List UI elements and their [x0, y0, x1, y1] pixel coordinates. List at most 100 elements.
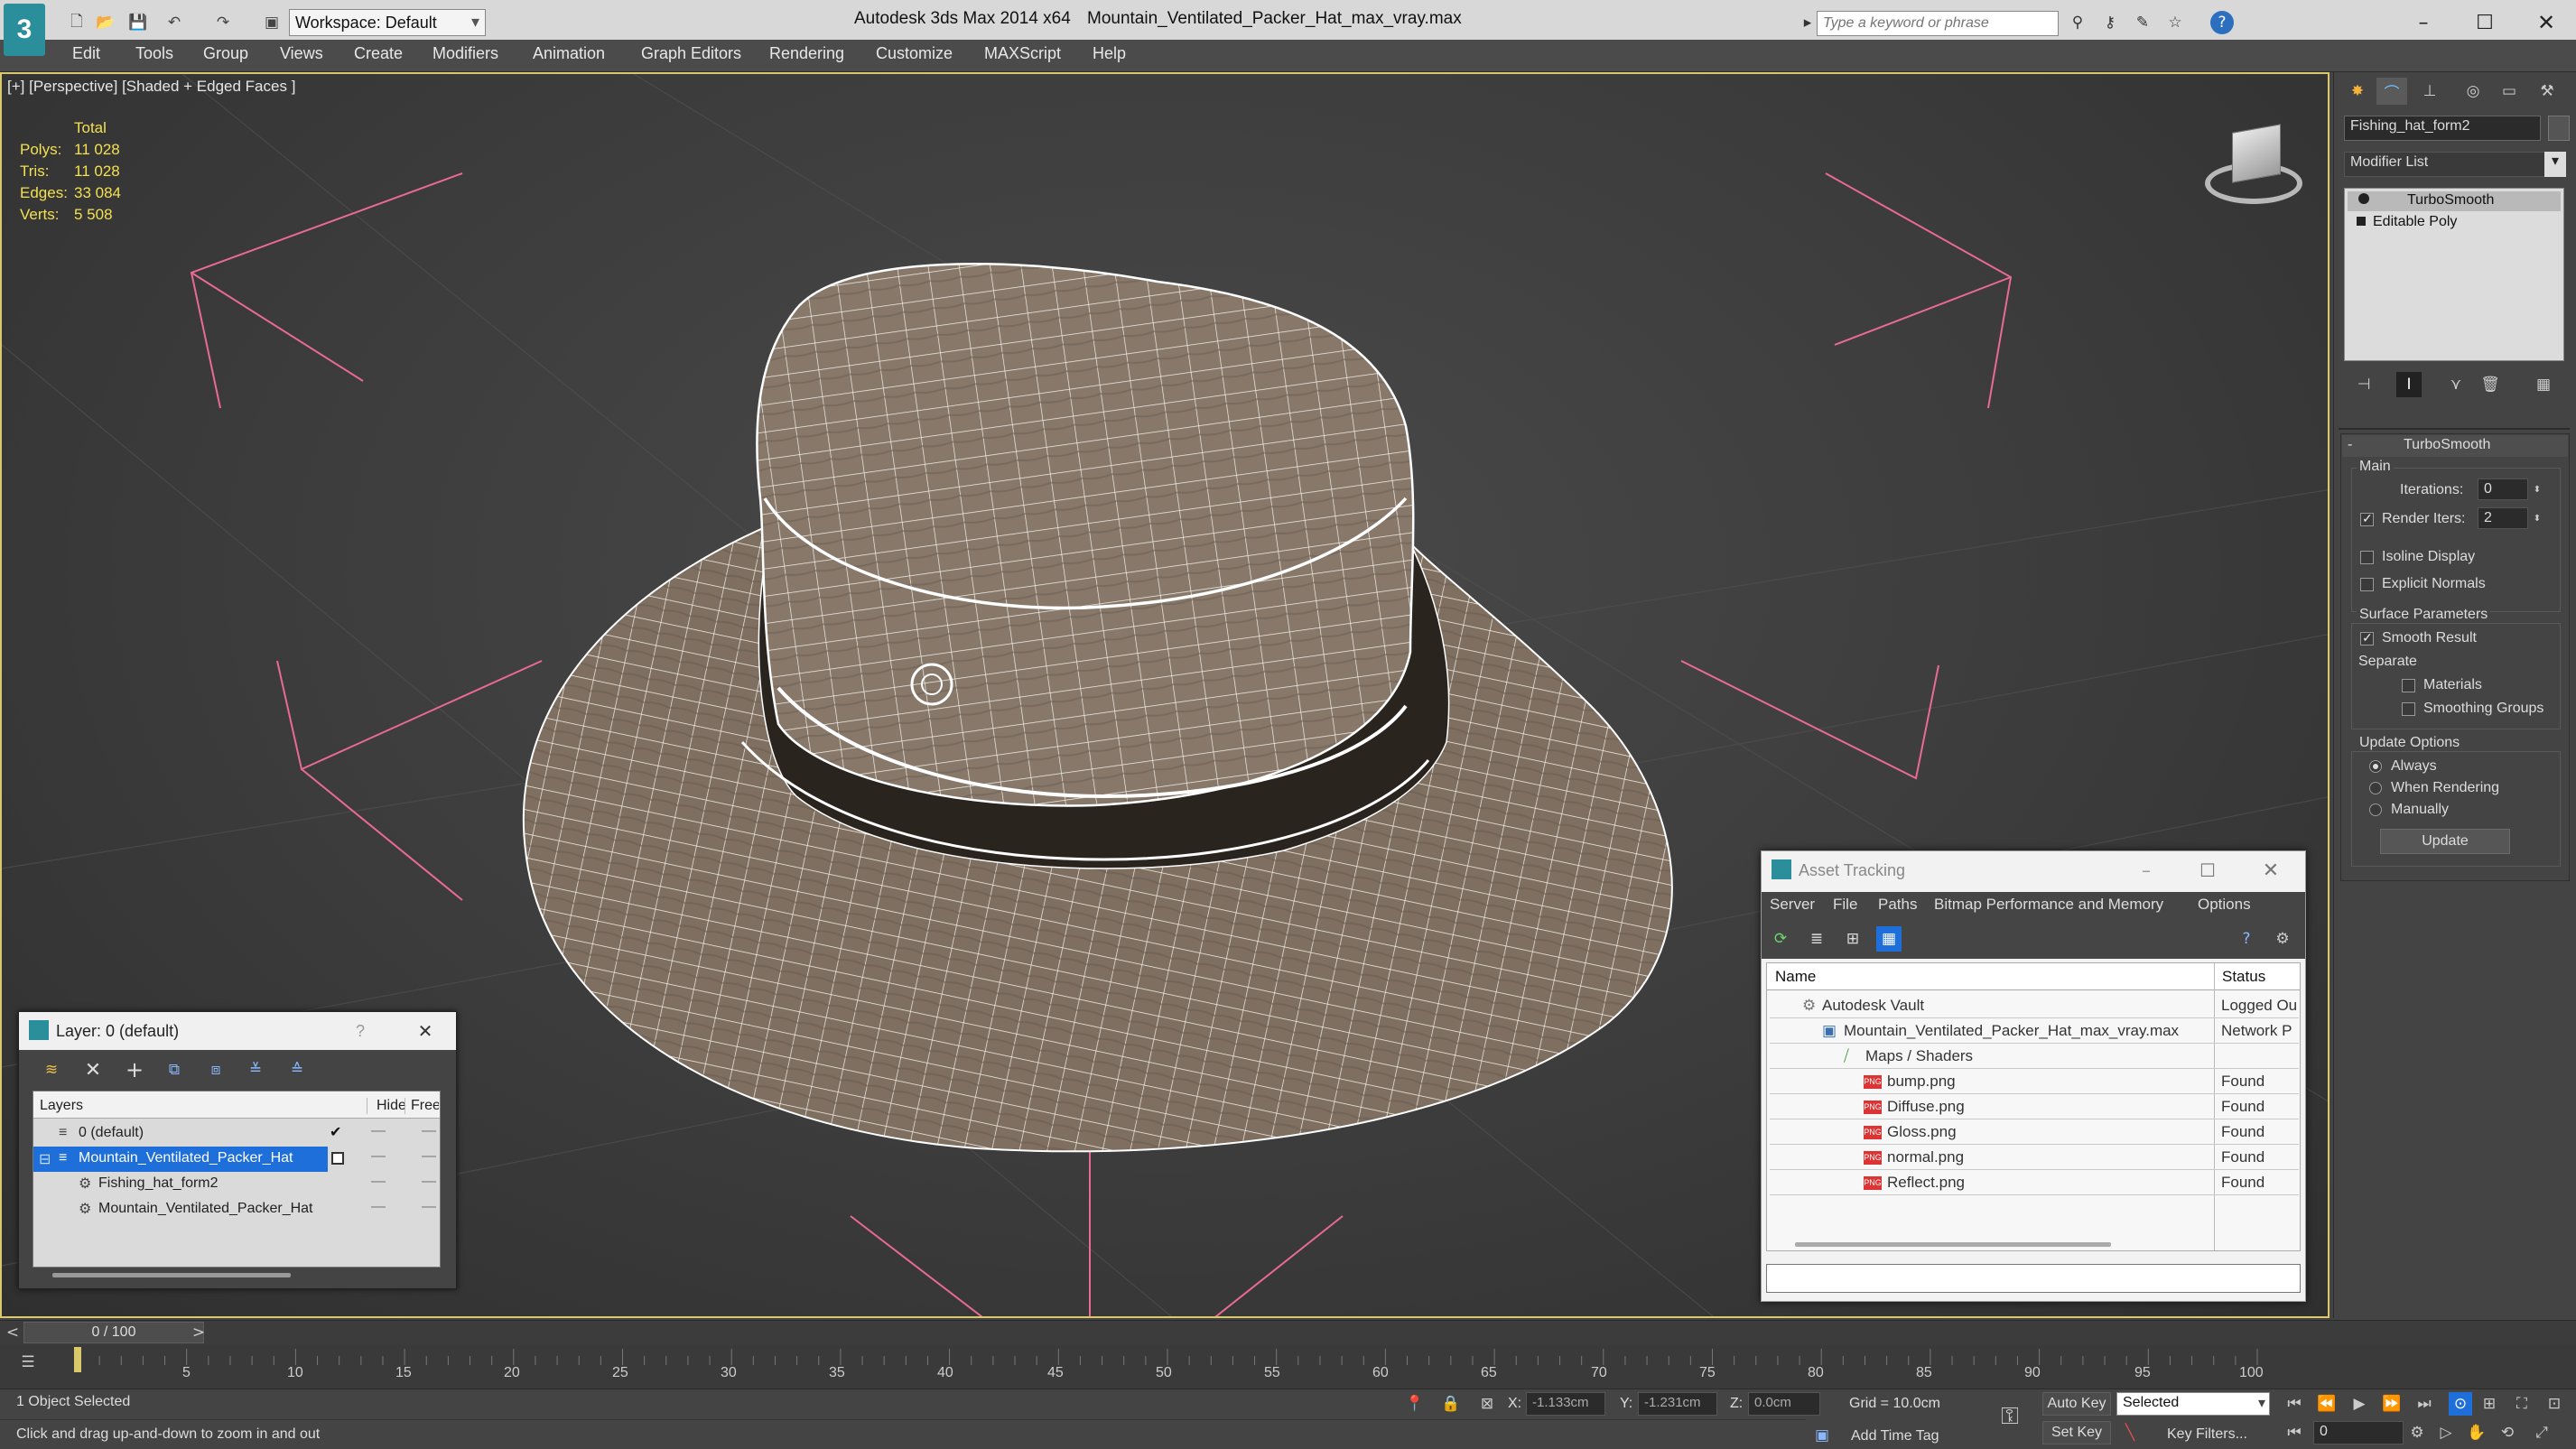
status-column-header[interactable]: Status: [2214, 963, 2265, 990]
project-icon[interactable]: ▣: [260, 11, 284, 34]
object-color-swatch[interactable]: [2548, 116, 2570, 141]
orbit-icon[interactable]: ⟲: [2496, 1421, 2519, 1444]
zoom-icon[interactable]: ⊙: [2449, 1392, 2472, 1416]
manually-radio[interactable]: [2369, 803, 2382, 816]
menu-rendering[interactable]: Rendering: [769, 44, 844, 63]
current-frame-field[interactable]: 0: [2313, 1421, 2404, 1444]
list-view-icon[interactable]: ≣: [1804, 926, 1829, 952]
time-slider-thumb[interactable]: 0 / 100: [23, 1322, 204, 1343]
layer-window-help[interactable]: ?: [356, 1022, 365, 1041]
asset-menu-bitmap[interactable]: Bitmap Performance and Memory: [1934, 896, 2163, 914]
layer-window-close-icon[interactable]: ✕: [412, 1018, 439, 1044]
redo-icon[interactable]: ↷: [209, 11, 237, 34]
go-to-end-icon[interactable]: ⏭: [2413, 1392, 2436, 1416]
set-key-mode-icon[interactable]: ⚿: [1990, 1403, 2030, 1430]
next-frame-icon[interactable]: >: [190, 1322, 208, 1343]
menu-customize[interactable]: Customize: [876, 44, 953, 63]
menu-tools[interactable]: Tools: [135, 44, 173, 63]
explicit-normals-checkbox[interactable]: [2360, 578, 2374, 591]
asset-menu-file[interactable]: File: [1833, 896, 1857, 914]
pan-icon[interactable]: ✋: [2465, 1421, 2488, 1444]
stack-item-turbosmooth[interactable]: TurboSmooth: [2348, 191, 2561, 211]
update-button[interactable]: Update: [2380, 829, 2510, 854]
stack-item-editable-poly[interactable]: Editable Poly: [2348, 213, 2561, 233]
zoom-all-icon[interactable]: ⊞: [2478, 1392, 2501, 1416]
modifier-list-dropdown[interactable]: Modifier List: [2344, 152, 2566, 177]
hide-toggle[interactable]: —: [371, 1199, 386, 1215]
maximize-viewport-icon[interactable]: ⤢: [2530, 1421, 2553, 1444]
expand-search-icon[interactable]: ▸: [1800, 11, 1815, 34]
materials-checkbox[interactable]: [2402, 679, 2415, 692]
y-coordinate-field[interactable]: -1.231cm: [1638, 1392, 1717, 1416]
view-cube[interactable]: [2205, 119, 2304, 218]
asset-row[interactable]: PNG normal.png Found: [1770, 1145, 2299, 1170]
asset-row[interactable]: PNG Diffuse.png Found: [1770, 1094, 2299, 1119]
absolute-mode-icon[interactable]: ⊠: [1475, 1392, 1499, 1416]
auto-key-button[interactable]: Auto Key: [2042, 1392, 2111, 1416]
freeze-toggle[interactable]: —: [422, 1174, 436, 1190]
save-icon[interactable]: 💾: [126, 11, 150, 34]
app-logo-icon[interactable]: 3: [4, 4, 45, 56]
menu-create[interactable]: Create: [354, 44, 403, 63]
current-layer-check-icon[interactable]: ✔: [330, 1123, 341, 1141]
asset-help-icon[interactable]: ?: [2234, 926, 2259, 952]
previous-frame-icon[interactable]: ⏪: [2315, 1392, 2339, 1416]
table-view-icon[interactable]: ▦: [1876, 926, 1902, 952]
utilities-tab-icon[interactable]: ⚒: [2532, 78, 2562, 105]
layers-column-header[interactable]: Layers: [40, 1098, 83, 1114]
render-iters-field[interactable]: 2: [2478, 507, 2528, 529]
select-in-layer-icon[interactable]: ⧉: [161, 1056, 188, 1083]
asset-settings-icon[interactable]: ⚙: [2270, 926, 2295, 952]
display-tab-icon[interactable]: ▭: [2494, 78, 2525, 105]
refresh-icon[interactable]: ⟳: [1768, 926, 1793, 952]
asset-row[interactable]: ▣ Mountain_Ventilated_Packer_Hat_max_vray…: [1770, 1018, 2299, 1044]
x-coordinate-field[interactable]: -1.133cm: [1526, 1392, 1605, 1416]
asset-menu-paths[interactable]: Paths: [1878, 896, 1917, 914]
viewport-label[interactable]: [+] [Perspective] [Shaded + Edged Faces …: [7, 78, 295, 96]
new-layer-icon[interactable]: ≋: [38, 1056, 65, 1083]
smooth-result-checkbox[interactable]: [2360, 630, 2374, 646]
zoom-extents-all-icon[interactable]: ⊡: [2543, 1392, 2566, 1416]
undo-icon[interactable]: ↶: [161, 11, 188, 34]
motion-tab-icon[interactable]: ◎: [2458, 78, 2488, 105]
hide-toggle[interactable]: —: [371, 1174, 386, 1190]
create-tab-icon[interactable]: ✸: [2342, 78, 2373, 105]
asset-table-scrollbar[interactable]: [1795, 1242, 2111, 1247]
isolate-icon[interactable]: 📍: [1403, 1392, 1427, 1416]
modifier-list-chevron-icon[interactable]: ▾: [2544, 152, 2566, 177]
minimize-icon[interactable]: –: [2405, 9, 2441, 36]
smoothing-groups-checkbox[interactable]: [2402, 702, 2415, 716]
close-icon[interactable]: ✕: [2528, 9, 2564, 36]
time-config-icon[interactable]: ⚙: [2405, 1421, 2429, 1444]
freeze-toggle[interactable]: —: [422, 1148, 436, 1165]
render-iters-checkbox[interactable]: [2360, 511, 2374, 526]
open-icon[interactable]: 📂: [94, 11, 117, 34]
key-icon[interactable]: ⚷: [2098, 11, 2122, 34]
render-iters-spinner-icon[interactable]: ⬍: [2530, 507, 2544, 529]
lock-icon[interactable]: 🔒: [1439, 1392, 1463, 1416]
asset-menu-options[interactable]: Options: [2198, 896, 2251, 914]
asset-row[interactable]: ⧸ Maps / Shaders: [1770, 1044, 2299, 1069]
play-icon[interactable]: ▶: [2348, 1392, 2371, 1416]
isoline-checkbox[interactable]: [2360, 551, 2374, 564]
key-mode-icon[interactable]: ⏮: [2283, 1421, 2306, 1444]
set-current-box[interactable]: [331, 1152, 344, 1165]
name-column-header[interactable]: Name: [1775, 968, 1816, 986]
layer-row-packer-hat[interactable]: ⊟ ≡ Mountain_Ventilated_Packer_Hat — —: [33, 1147, 440, 1172]
next-frame-button-icon[interactable]: ⏩: [2380, 1392, 2404, 1416]
add-time-tag[interactable]: Add Time Tag: [1851, 1428, 1939, 1444]
zoom-extents-icon[interactable]: ⛶: [2510, 1392, 2534, 1416]
prev-frame-icon[interactable]: <: [4, 1322, 22, 1343]
go-to-start-icon[interactable]: ⏮: [2283, 1392, 2306, 1416]
asset-close-icon[interactable]: ✕: [2257, 858, 2284, 883]
key-filters-button[interactable]: Key Filters...: [2167, 1426, 2247, 1443]
iterations-field[interactable]: 0: [2478, 478, 2528, 500]
tools-icon[interactable]: ✎: [2131, 11, 2154, 34]
expand-icon[interactable]: ⊟: [39, 1150, 51, 1168]
freeze-toggle[interactable]: —: [422, 1199, 436, 1215]
configure-sets-icon[interactable]: ▦: [2528, 372, 2559, 397]
search-input[interactable]: [1817, 11, 2059, 36]
menu-animation[interactable]: Animation: [533, 44, 605, 63]
modify-tab-icon[interactable]: ⌒: [2376, 78, 2407, 105]
set-key-button[interactable]: Set Key: [2042, 1421, 2111, 1444]
